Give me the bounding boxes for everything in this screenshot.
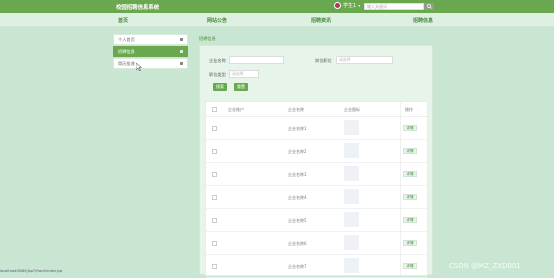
sidebar-item-label: 简历投递 bbox=[118, 60, 135, 66]
company-name-cell: 企业名称4 bbox=[288, 195, 307, 200]
sidebar-item-label: 招聘信息 bbox=[118, 48, 135, 54]
select-all-checkbox[interactable] bbox=[212, 107, 217, 112]
detail-button[interactable]: 详情 bbox=[403, 217, 417, 223]
row-checkbox[interactable] bbox=[212, 126, 217, 131]
row-checkbox[interactable] bbox=[212, 172, 217, 177]
company-logo-image bbox=[344, 143, 359, 158]
lock-icon bbox=[180, 38, 183, 41]
sidebar-item-label: 个人首页 bbox=[118, 36, 135, 42]
company-name-cell: 企业名称1 bbox=[288, 126, 307, 131]
header-company-name: 企业名称 bbox=[288, 107, 304, 112]
detail-button[interactable]: 详情 bbox=[403, 263, 417, 269]
row-checkbox[interactable] bbox=[212, 149, 217, 154]
table-row: 企业名称5 详情 bbox=[206, 209, 427, 232]
company-name-cell: 企业名称7 bbox=[288, 264, 307, 269]
header-actions: 操作 bbox=[405, 107, 413, 112]
company-logo-image bbox=[344, 235, 359, 250]
top-bar: 校园招聘信息系统 学生1 ▾ 输入关键词 bbox=[0, 0, 554, 13]
job-type-select[interactable]: 请选择 bbox=[229, 70, 259, 78]
site-title: 校园招聘信息系统 bbox=[116, 5, 160, 11]
chevron-down-icon: ▾ bbox=[358, 3, 361, 8]
lock-icon bbox=[180, 62, 183, 65]
company-name-input[interactable] bbox=[229, 56, 284, 64]
company-name-cell: 企业名称3 bbox=[288, 172, 307, 177]
row-checkbox[interactable] bbox=[212, 241, 217, 246]
company-logo-image bbox=[344, 189, 359, 204]
sidebar-item-jobs[interactable]: 招聘信息 bbox=[113, 46, 188, 57]
user-name: 学生1 bbox=[343, 3, 357, 9]
company-logo-image bbox=[344, 258, 359, 273]
row-checkbox[interactable] bbox=[212, 218, 217, 223]
job-type-label: 职位类型 bbox=[209, 72, 226, 77]
detail-button[interactable]: 详情 bbox=[403, 194, 417, 200]
row-checkbox[interactable] bbox=[212, 264, 217, 269]
company-name-cell: 企业名称2 bbox=[288, 149, 307, 154]
search-icon bbox=[426, 4, 432, 9]
lock-icon bbox=[180, 50, 183, 53]
jobs-table: 企业账户 企业名称 企业图标 操作 企业名称1 详情 企业名称2 详情 企业名称… bbox=[205, 101, 428, 278]
search-button[interactable] bbox=[424, 3, 434, 10]
detail-button[interactable]: 详情 bbox=[403, 240, 417, 246]
company-name-cell: 企业名称5 bbox=[288, 218, 307, 223]
company-logo-image bbox=[344, 212, 359, 227]
detail-button[interactable]: 详情 bbox=[403, 125, 417, 131]
search-button[interactable]: 搜索 bbox=[213, 83, 227, 91]
job-title-select[interactable]: 请选择 bbox=[336, 56, 393, 64]
company-logo-image bbox=[344, 120, 359, 135]
avatar-icon bbox=[334, 2, 341, 9]
company-logo-image bbox=[344, 166, 359, 181]
reset-button[interactable]: 重置 bbox=[234, 83, 248, 91]
nav-home[interactable]: 首页 bbox=[118, 17, 128, 24]
mouse-cursor-icon bbox=[136, 63, 142, 71]
main-panel: 企业名称 岗位职位 请选择 职位类型 请选择 搜索 重置 企业账户 企业名称 企… bbox=[199, 45, 433, 278]
table-row: 企业名称4 详情 bbox=[206, 186, 427, 209]
nav-news[interactable]: 招聘资讯 bbox=[311, 17, 331, 24]
watermark: CSDN @MZ_ZXD001 bbox=[449, 262, 521, 270]
table-row: 企业名称3 详情 bbox=[206, 163, 427, 186]
search-input[interactable]: 输入关键词 bbox=[364, 3, 424, 10]
header-company-logo: 企业图标 bbox=[344, 107, 360, 112]
main-nav: 首页 网站公告 招聘资讯 招聘信息 bbox=[0, 13, 554, 27]
row-checkbox[interactable] bbox=[212, 195, 217, 200]
table-row: 企业名称6 详情 bbox=[206, 232, 427, 255]
nav-jobs[interactable]: 招聘信息 bbox=[413, 17, 433, 24]
sidebar: 个人首页 招聘信息 简历投递 bbox=[113, 34, 188, 70]
breadcrumb: 招聘信息 bbox=[199, 36, 216, 41]
nav-announcements[interactable]: 网站公告 bbox=[207, 17, 227, 24]
detail-button[interactable]: 详情 bbox=[403, 171, 417, 177]
sidebar-item-home[interactable]: 个人首页 bbox=[113, 34, 188, 45]
company-name-label: 企业名称 bbox=[209, 58, 226, 63]
job-title-label: 岗位职位 bbox=[315, 58, 332, 63]
table-row: 企业名称2 详情 bbox=[206, 140, 427, 163]
table-row: 企业名称1 详情 bbox=[206, 117, 427, 140]
status-bar-url: localhost:8080/jsp7/front/index.jsp bbox=[0, 269, 63, 273]
table-header: 企业账户 企业名称 企业图标 操作 bbox=[206, 102, 427, 117]
sidebar-item-resume[interactable]: 简历投递 bbox=[113, 58, 188, 69]
detail-button[interactable]: 详情 bbox=[403, 148, 417, 154]
header-company-account: 企业账户 bbox=[228, 107, 244, 112]
user-menu[interactable]: 学生1 ▾ bbox=[334, 2, 360, 9]
company-name-cell: 企业名称6 bbox=[288, 241, 307, 246]
